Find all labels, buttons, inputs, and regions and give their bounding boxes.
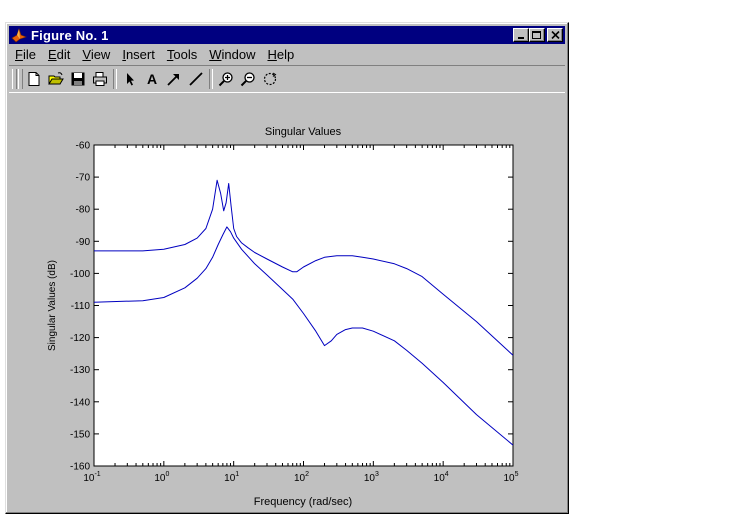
y-tick-label: -70 [76,173,91,184]
y-tick-label: -130 [70,365,90,376]
x-tick-label: 105 [503,471,518,484]
text-icon: A [147,71,157,87]
x-axis-label: Frequency (rad/sec) [254,496,352,508]
singular-values-plot[interactable]: Singular Values Singular Values (dB) Fre… [9,93,565,510]
y-tick-label: -80 [76,205,91,216]
menu-help[interactable]: Help [261,47,300,62]
figure-window: Figure No. 1 File Edit View Insert Tools… [5,22,569,514]
y-tick-label: -120 [70,333,90,344]
menu-insert[interactable]: Insert [116,47,161,62]
y-tick-label: -150 [70,429,90,440]
save-button[interactable] [67,68,89,90]
matlab-logo-icon [11,28,27,43]
maximize-icon [532,30,541,39]
minimize-icon [518,37,524,39]
y-tick-label: -160 [70,462,90,473]
y-axis-label: Singular Values (dB) [47,260,58,351]
minimize-button[interactable] [513,28,529,42]
x-tick-label: 101 [224,471,239,484]
print-button[interactable] [89,68,111,90]
arrow-icon [167,74,179,86]
maximize-button[interactable] [529,28,545,42]
toolbar: A [9,65,565,93]
new-figure-button[interactable] [23,68,45,90]
y-tick-label: -90 [76,237,91,248]
edit-plot-button[interactable] [119,68,141,90]
y-tick-label: -110 [71,301,91,312]
line-icon [189,72,203,86]
y-tick-label: -100 [70,269,90,280]
figure-canvas[interactable]: Singular Values Singular Values (dB) Fre… [9,93,565,510]
zoom-in-button[interactable] [215,68,237,90]
menu-edit[interactable]: Edit [42,47,76,62]
new-file-icon [28,72,40,86]
x-tick-label: 10-1 [83,471,100,484]
title-bar[interactable]: Figure No. 1 [9,26,565,44]
menu-view[interactable]: View [76,47,116,62]
x-tick-label: 102 [294,471,309,484]
close-button[interactable] [547,28,563,42]
menu-window[interactable]: Window [203,47,261,62]
insert-arrow-button[interactable] [163,68,185,90]
insert-text-button[interactable]: A [141,68,163,90]
svg-text:A: A [147,71,157,87]
chart-title: Singular Values [265,126,342,138]
select-arrow-icon [127,73,134,86]
window-title: Figure No. 1 [31,27,109,43]
menu-file[interactable]: File [9,47,42,62]
zoom-in-icon [218,72,233,87]
rotate-3d-button[interactable] [259,68,281,90]
open-file-button[interactable] [45,68,67,90]
print-icon [93,72,107,86]
x-tick-label: 104 [434,471,449,484]
zoom-out-button[interactable] [237,68,259,90]
zoom-out-icon [240,72,255,87]
close-icon [550,31,560,39]
menu-tools[interactable]: Tools [161,47,203,62]
insert-line-button[interactable] [185,68,207,90]
toolbar-separator-2 [209,69,213,89]
open-folder-icon [48,72,64,85]
save-icon [71,72,85,86]
x-tick-label: 100 [154,471,169,484]
toolbar-separator [113,69,117,89]
y-tick-label: -60 [76,141,91,152]
plot-area[interactable] [93,144,514,467]
toolbar-grip[interactable] [12,69,17,89]
x-tick-label: 103 [364,471,379,484]
rotate-icon [263,72,277,86]
menu-bar: File Edit View Insert Tools Window Help [9,44,565,64]
y-tick-label: -140 [70,397,90,408]
